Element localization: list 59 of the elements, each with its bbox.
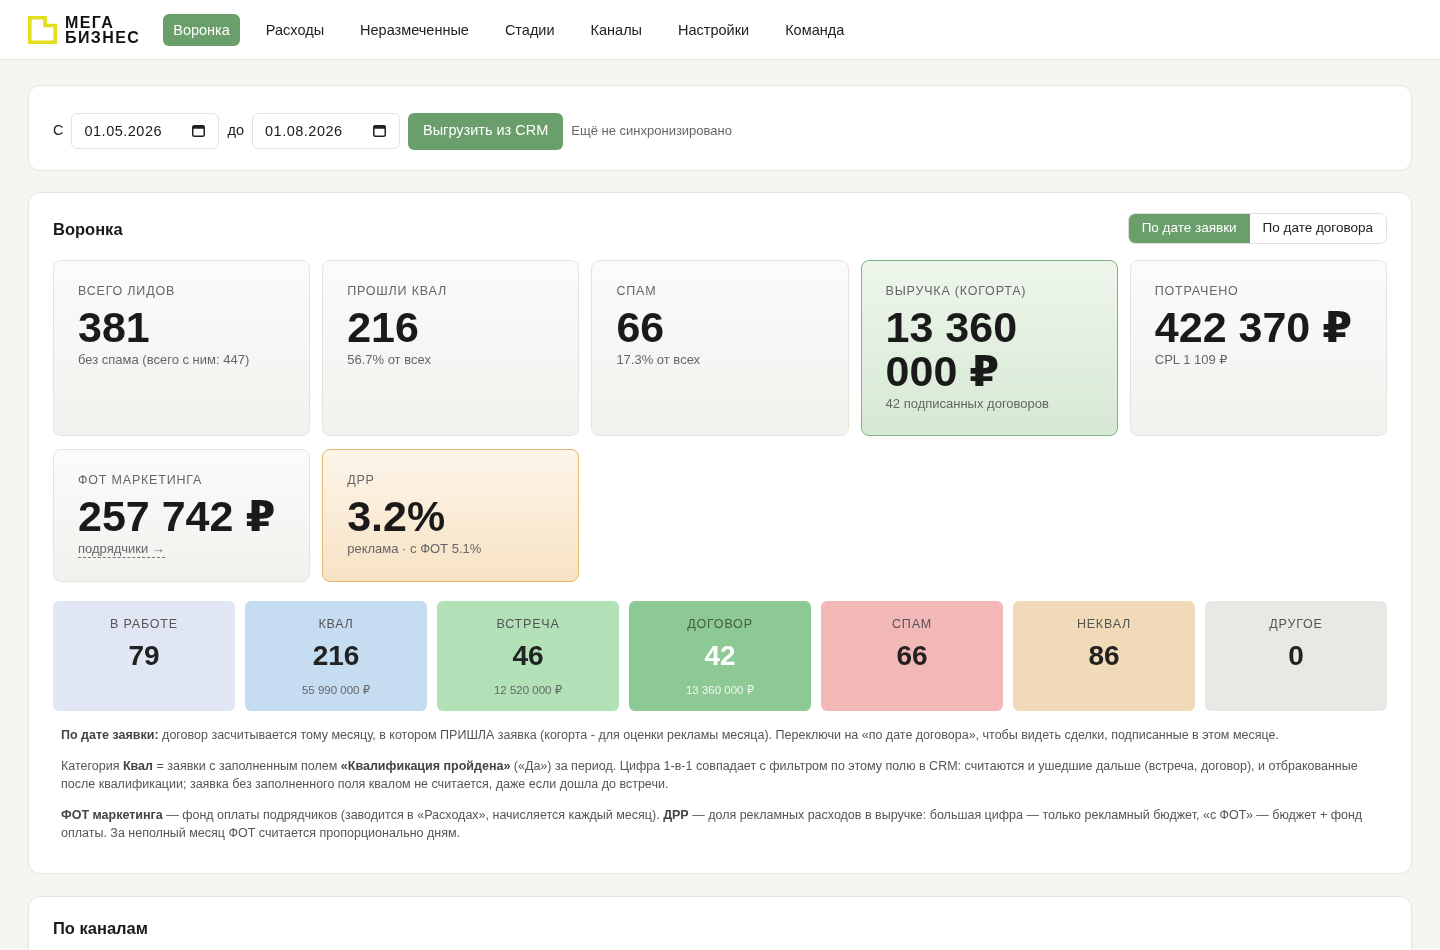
section-title: По каналам	[53, 918, 149, 938]
stage-count: 79	[128, 640, 160, 672]
metric-note: без спама (всего с ним: 447)	[78, 351, 251, 369]
metric-value: 422 370 ₽	[1154, 305, 1354, 349]
metric-note: 17.3% от всех	[616, 351, 702, 369]
stage-amount: 13 360 000 ₽	[685, 683, 755, 698]
nav-tab[interactable]: Стадии	[494, 13, 565, 46]
stage-label: КВАЛ	[318, 616, 354, 632]
metric-value: 381	[78, 305, 151, 349]
stage-amount: 55 990 000 ₽	[301, 683, 371, 698]
date-from-label: С	[53, 121, 64, 141]
calendar-icon[interactable]	[192, 124, 206, 137]
metric-label: ДРР	[347, 472, 376, 488]
metric-note: 42 подписанных договоров	[885, 395, 1050, 413]
metric-label: ПРОШЛИ КВАЛ	[347, 283, 448, 299]
stage-count: 42	[704, 640, 736, 672]
stage-amount: 12 520 000 ₽	[493, 683, 563, 698]
metric-label: ВСЕГО ЛИДОВ	[78, 283, 177, 299]
section-title: Воронка	[53, 218, 123, 239]
metric-label: ФОТ МАРКЕТИНГА	[78, 472, 204, 488]
sync-status-text: Ещё не синхронизировано	[571, 122, 732, 141]
stage-label: ВСТРЕЧА	[496, 616, 560, 632]
metric-label: ПОТРАЧЕНО	[1154, 283, 1240, 299]
metric-note: CPL 1 109 ₽	[1154, 351, 1229, 369]
metric-label: СПАМ	[616, 283, 658, 299]
stage-count: 0	[1288, 640, 1304, 672]
date-to-label: до	[227, 121, 244, 141]
nav-tab[interactable]: Неразмеченные	[350, 13, 479, 46]
date-from-field[interactable]: 01.05.2026	[71, 113, 220, 149]
note-text: ФОТ маркетинга — фонд оплаты подрядчиков (заводится в «Расходах», начисляется каждый месяц). ДРР — доля рекламных расходов в выручке: большая цифра — только рекламный бюджет, «с ФОТ» — бюджет + фонд оплаты. За неполный месяц ФОТ считается пропорционально дням.	[61, 807, 1364, 842]
stage-count: 66	[896, 640, 928, 672]
note-text: Категория Квал = заявки с заполненным полем «Квалификация пройдена» («Да») за период. Цифра 1-в-1 совпадает с фильтром по этому полю в CRM: считаются и ушедшие дальше (встреча, договор), и отбракованные после квалификации; заявка без заполненного поля квалом не считается, даже если дошла до встречи.	[61, 758, 1359, 793]
logo-text: МЕГА	[65, 14, 115, 30]
nav-tab[interactable]: Настройки	[668, 13, 760, 46]
calendar-icon[interactable]	[373, 124, 386, 137]
metric-value: 13 360 000 ₽	[885, 305, 1019, 393]
metric-label: ВЫРУЧКА (КОГОРТА)	[885, 283, 1028, 299]
stage-count: 86	[1088, 640, 1120, 672]
metric-note: реклама · с ФОТ 5.1%	[347, 540, 483, 558]
metric-value: 3.2%	[347, 494, 447, 538]
nav-tab[interactable]: Команда	[775, 13, 855, 46]
metric-value: 216	[347, 305, 420, 349]
stage-label: В РАБОТЕ	[110, 616, 178, 632]
stage-label: НЕКВАЛ	[1076, 616, 1132, 632]
metric-value: 257 742 ₽	[78, 494, 277, 538]
date-to-field[interactable]: 01.08.2026	[252, 113, 400, 149]
stage-label: СПАМ	[892, 616, 932, 632]
logo-text: БИЗНЕС	[65, 29, 141, 45]
stage-label: ДРУГОЕ	[1269, 616, 1323, 632]
metric-value: 66	[616, 305, 666, 349]
stage-count: 46	[512, 640, 544, 672]
metric-note: 56.7% от всех	[347, 351, 432, 369]
logo-icon	[28, 15, 57, 44]
stage-label: ДОГОВОР	[687, 616, 753, 632]
nav-tab[interactable]: Каналы	[580, 13, 653, 46]
contractors-link[interactable]: подрядчики →	[78, 540, 165, 558]
note-text: По дате заявки: договор засчитывается тому месяцу, в котором ПРИШЛА заявка (когорта - для оценки рекламы месяца). Переключи на «по дате договора», чтобы видеть сделки, подписанные в этом месяце.	[61, 727, 1280, 744]
nav-tab[interactable]: Расходы	[255, 13, 335, 46]
stage-count: 216	[312, 640, 360, 672]
